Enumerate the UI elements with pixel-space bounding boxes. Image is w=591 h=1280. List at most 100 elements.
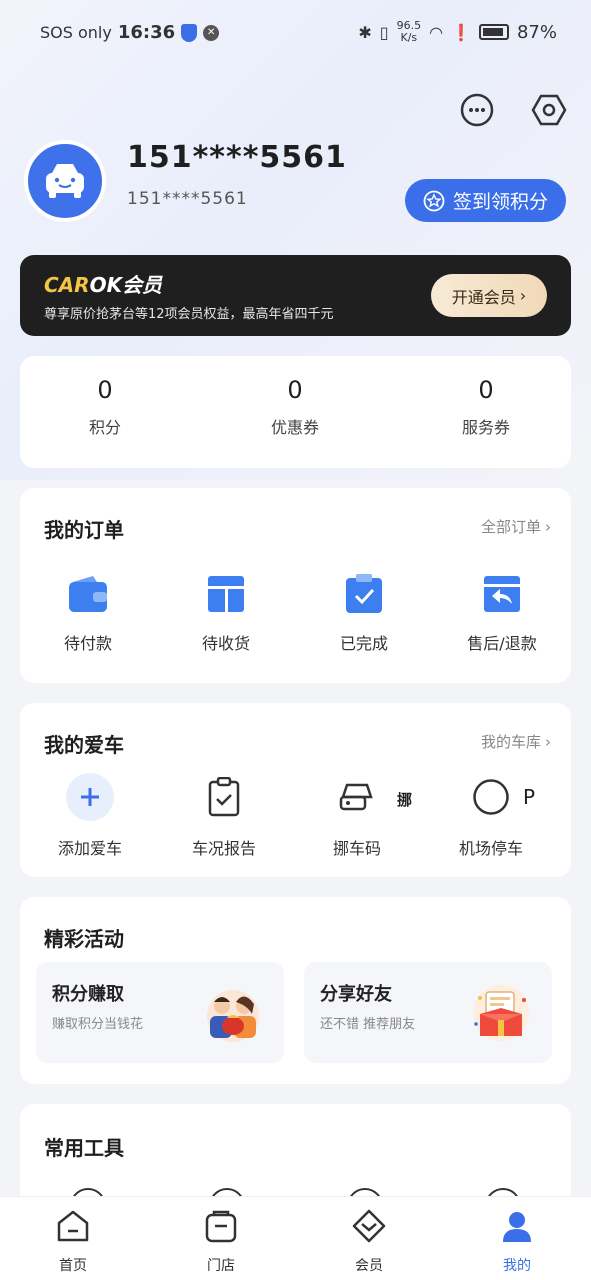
order-pending-payment[interactable]: 待付款	[28, 572, 148, 654]
clipboard-check-icon	[342, 572, 386, 616]
activity-desc: 还不错 推荐朋友	[320, 1017, 416, 1032]
add-car[interactable]: 添加爱车	[30, 773, 150, 859]
carrier-label: SOS only	[40, 23, 112, 42]
car-item-label: 挪车码	[332, 839, 381, 858]
stats-card: 0 积分 0 优惠券 0 服务券	[20, 356, 571, 468]
activities-card: 精彩活动 积分赚取 赚取积分当钱花 分享好友 还不错 推荐朋友	[20, 897, 571, 1084]
chevron-right-icon: ›	[519, 286, 527, 305]
nav-member[interactable]: 会员	[329, 1209, 409, 1275]
garage-label: 我的车库	[480, 733, 541, 751]
tools-title: 常用工具	[44, 1136, 124, 1160]
battery-percent: 87%	[516, 21, 557, 43]
coupons-value: 0	[287, 376, 303, 404]
status-bar: SOS only 16:36 ✕ ✱ ▯ 96.5 K/s ◠ ❗ 87%	[0, 0, 591, 64]
order-label: 售后/退款	[467, 634, 537, 653]
member-banner[interactable]: CAROK会员 尊享原价抢茅台等12项会员权益，最高年省四千元 开通会员 ›	[20, 255, 571, 336]
nav-label: 首页	[59, 1258, 87, 1274]
star-icon	[423, 190, 445, 211]
network-speed: 96.5 K/s	[397, 20, 422, 44]
member-icon	[352, 1209, 386, 1243]
wifi-icon: ◠	[429, 22, 444, 42]
all-orders-link[interactable]: 全部订单 ›	[481, 516, 551, 537]
bluetooth-icon: ✱	[358, 22, 372, 42]
order-label: 已完成	[339, 634, 388, 653]
car-item-label: 车况报告	[191, 839, 256, 858]
open-member-label: 开通会员	[451, 287, 516, 307]
plus-icon	[66, 773, 114, 821]
orders-title: 我的订单	[44, 518, 124, 542]
home-icon	[56, 1209, 90, 1243]
nav-store[interactable]: 门店	[181, 1209, 261, 1275]
order-completed[interactable]: 已完成	[304, 572, 424, 654]
move-car-glyph: 挪	[397, 791, 413, 809]
vpn-icon: ✕	[203, 24, 220, 41]
order-label: 待付款	[63, 634, 112, 653]
wallet-icon	[66, 572, 110, 616]
service-vouchers-label: 服务券	[461, 418, 510, 437]
cars-card: 我的爱车 我的车库 › 添加爱车 车况报告 挪 挪车码 P 机场停车	[20, 703, 571, 877]
order-pending-delivery[interactable]: 待收货	[166, 572, 286, 654]
settings-icon[interactable]	[531, 92, 567, 128]
brand-car: CAR	[44, 273, 90, 297]
gift-box-illustration	[468, 980, 534, 1046]
cars-title: 我的爱车	[44, 733, 124, 757]
member-description: 尊享原价抢茅台等12项会员权益，最高年省四千元	[44, 307, 334, 322]
stat-coupons[interactable]: 0 优惠券	[220, 376, 370, 438]
checkin-label: 签到领积分	[452, 191, 548, 213]
avatar[interactable]	[24, 140, 106, 222]
nav-profile[interactable]: 我的	[477, 1209, 557, 1275]
order-refund[interactable]: 售后/退款	[442, 572, 562, 654]
message-icon[interactable]	[459, 92, 495, 128]
parking-glyph: P	[522, 785, 536, 809]
username: 151****5561	[127, 140, 347, 175]
airport-parking[interactable]: P 机场停车	[431, 773, 551, 859]
refund-icon	[480, 572, 524, 616]
parking-icon: P	[469, 773, 535, 821]
move-car-icon: 挪	[335, 773, 412, 821]
earn-points-activity[interactable]: 积分赚取 赚取积分当钱花	[36, 962, 284, 1063]
nav-label: 门店	[207, 1258, 235, 1274]
nav-home[interactable]: 首页	[33, 1209, 113, 1275]
all-orders-label: 全部订单	[480, 518, 541, 536]
coupons-label: 优惠券	[270, 418, 319, 437]
bottom-nav: 首页 门店 会员 我的	[0, 1196, 591, 1280]
chevron-right-icon: ›	[545, 517, 551, 536]
nav-label: 我的	[503, 1258, 531, 1274]
member-brand: CAROK会员	[44, 269, 162, 298]
checkin-button[interactable]: 签到领积分	[405, 179, 566, 222]
open-member-button[interactable]: 开通会员 ›	[431, 274, 547, 317]
brand-suffix: 会员	[122, 273, 163, 297]
car-item-label: 机场停车	[458, 839, 523, 858]
garage-link[interactable]: 我的车库 ›	[481, 731, 551, 752]
report-icon	[202, 773, 246, 821]
points-value: 0	[97, 376, 113, 404]
shield-icon	[181, 23, 198, 42]
share-friends-activity[interactable]: 分享好友 还不错 推荐朋友	[304, 962, 552, 1063]
user-id: 151****5561	[127, 189, 248, 209]
activity-title: 积分赚取	[52, 984, 124, 1005]
status-left: SOS only 16:36 ✕	[40, 22, 220, 43]
points-label: 积分	[88, 418, 121, 437]
store-icon	[204, 1209, 238, 1243]
move-car-code[interactable]: 挪 挪车码	[297, 773, 417, 859]
status-right: ✱ ▯ 96.5 K/s ◠ ❗ 87%	[358, 20, 557, 44]
car-report[interactable]: 车况报告	[164, 773, 284, 859]
battery-icon	[478, 24, 509, 40]
chevron-right-icon: ›	[545, 732, 551, 751]
profile-icon	[500, 1209, 534, 1243]
clock: 16:36	[117, 22, 176, 43]
order-label: 待收货	[201, 634, 250, 653]
service-vouchers-value: 0	[478, 376, 494, 404]
stat-points[interactable]: 0 积分	[30, 376, 180, 438]
package-icon	[204, 572, 248, 616]
orders-card: 我的订单 全部订单 › 待付款 待收货 已完成 售后/退款	[20, 488, 571, 683]
nav-label: 会员	[355, 1258, 383, 1274]
speed-unit: K/s	[400, 31, 418, 44]
activity-desc: 赚取积分当钱花	[52, 1017, 144, 1032]
stat-service-vouchers[interactable]: 0 服务券	[411, 376, 561, 438]
activities-title: 精彩活动	[44, 927, 124, 951]
car-item-label: 添加爱车	[57, 839, 122, 858]
vibrate-icon: ▯	[379, 22, 389, 42]
brand-ok: OK	[89, 273, 123, 297]
couple-gift-illustration	[200, 980, 266, 1046]
